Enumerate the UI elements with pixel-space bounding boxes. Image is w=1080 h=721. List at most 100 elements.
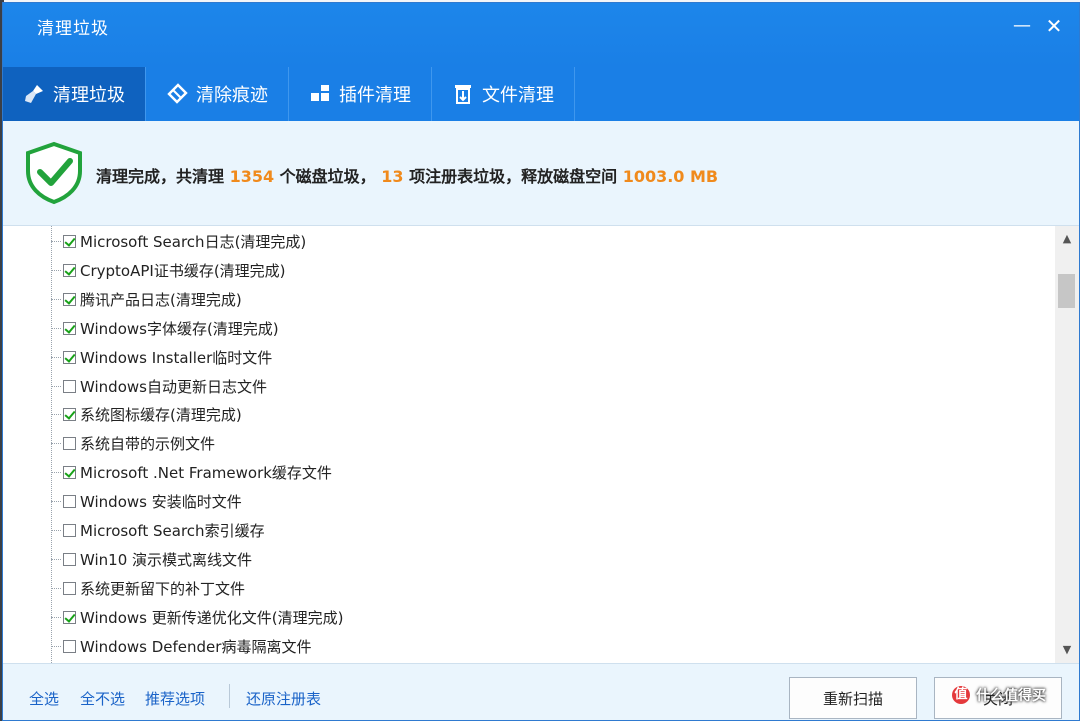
item-checkbox[interactable]	[63, 321, 76, 335]
tree-branch	[51, 501, 61, 503]
select-all-link[interactable]: 全选	[29, 688, 59, 709]
tab-label: 文件清理	[482, 85, 554, 106]
list-item[interactable]: Windows字体缓存(清理完成)	[51, 314, 279, 343]
list-item[interactable]: Microsoft Search索引缓存	[51, 516, 265, 545]
item-label[interactable]: 系统图标缓存(清理完成)	[80, 404, 242, 425]
title-bar[interactable]: 清理垃圾 — ✕	[3, 3, 1079, 67]
list-item[interactable]: Windows 更新传递优化文件(清理完成)	[51, 603, 343, 632]
tree-branch	[51, 587, 61, 589]
tree-branch	[51, 558, 61, 560]
tree-branch	[51, 241, 61, 242]
item-label[interactable]: Windows 更新传递优化文件(清理完成)	[80, 607, 343, 628]
item-checkbox[interactable]	[63, 263, 76, 277]
tree-branch	[51, 269, 61, 271]
summary-mid2: 项注册表垃圾，释放磁盘空间	[403, 167, 623, 186]
list-item[interactable]: Microsoft .Net Framework缓存文件	[51, 458, 332, 487]
list-item[interactable]: Microsoft Search日志(清理完成)	[51, 227, 306, 256]
tab-plugin-cleanup[interactable]: 插件清理	[289, 67, 432, 121]
rescan-button[interactable]: 重新扫描	[789, 677, 917, 719]
tab-label: 清除痕迹	[196, 85, 268, 106]
shield-check-icon	[26, 141, 82, 205]
item-label[interactable]: Microsoft Search索引缓存	[80, 520, 265, 541]
summary-banner: 清理完成，共清理 1354 个磁盘垃圾， 13 项注册表垃圾，释放磁盘空间 10…	[3, 121, 1079, 226]
minimize-icon[interactable]: —	[1009, 13, 1035, 39]
tree-branch	[51, 414, 61, 416]
list-item[interactable]: 腾讯产品日志(清理完成)	[51, 285, 242, 314]
recommended-options-link[interactable]: 推荐选项	[145, 688, 205, 709]
list-item[interactable]: 系统图标缓存(清理完成)	[51, 400, 242, 429]
item-label[interactable]: CryptoAPI证书缓存(清理完成)	[80, 260, 286, 281]
tab-file-cleanup[interactable]: 文件清理	[432, 67, 575, 121]
item-label[interactable]: Microsoft .Net Framework缓存文件	[80, 462, 332, 483]
item-label[interactable]: 腾讯产品日志(清理完成)	[80, 289, 242, 310]
tree-branch	[51, 356, 61, 358]
item-checkbox[interactable]	[63, 639, 76, 653]
list-item[interactable]: 系统更新留下的补丁文件	[51, 574, 245, 603]
window-title: 清理垃圾	[37, 19, 109, 39]
list-item[interactable]: Windows自动更新日志文件	[51, 372, 267, 401]
cleanup-item-list[interactable]: Microsoft Search日志(清理完成) CryptoAPI证书缓存(清理…	[3, 226, 1055, 663]
summary-mid1: 个磁盘垃圾，	[274, 167, 382, 186]
list-item[interactable]: Windows 安装临时文件	[51, 487, 242, 516]
watermark-text: 什么值得买	[976, 688, 1046, 704]
watermark-logo: 值	[952, 686, 970, 704]
eraser-icon	[167, 83, 188, 104]
restore-registry-link[interactable]: 还原注册表	[246, 688, 321, 709]
item-label[interactable]: Windows 安装临时文件	[80, 491, 242, 512]
tab-label: 清理垃圾	[53, 85, 125, 106]
list-item[interactable]: Windows Installer临时文件	[51, 343, 272, 372]
freed-space: 1003.0 MB	[622, 167, 719, 186]
item-checkbox[interactable]	[63, 350, 76, 364]
disk-junk-count: 1354	[229, 167, 275, 186]
item-label[interactable]: 系统更新留下的补丁文件	[80, 578, 245, 599]
item-checkbox[interactable]	[63, 292, 76, 306]
item-checkbox[interactable]	[63, 610, 76, 624]
summary-prefix: 清理完成，共清理	[96, 167, 230, 186]
item-label[interactable]: Windows字体缓存(清理完成)	[80, 318, 279, 339]
file-cleanup-icon	[455, 85, 471, 104]
item-label[interactable]: Windows Installer临时文件	[80, 347, 272, 368]
list-item[interactable]: CryptoAPI证书缓存(清理完成)	[51, 256, 286, 285]
item-checkbox[interactable]	[63, 552, 76, 566]
tab-clear-traces[interactable]: 清除痕迹	[146, 67, 289, 121]
list-item[interactable]: Win10 演示模式离线文件	[51, 545, 252, 574]
list-item[interactable]: 系统自带的示例文件	[51, 429, 215, 458]
footer-divider	[229, 684, 230, 708]
cleanup-window: 清理垃圾 — ✕ 清理垃圾 清除痕迹 插件清理 文件清理 清理完成，共清理 13…	[2, 2, 1080, 721]
item-checkbox[interactable]	[63, 581, 76, 595]
registry-junk-count: 13	[381, 167, 404, 186]
item-checkbox[interactable]	[63, 235, 76, 248]
tree-branch	[51, 385, 61, 387]
tab-clean-junk[interactable]: 清理垃圾	[3, 67, 146, 121]
item-label[interactable]: Win10 演示模式离线文件	[80, 549, 252, 570]
tab-bar: 清理垃圾 清除痕迹 插件清理 文件清理	[3, 67, 1079, 121]
puzzle-icon	[311, 85, 329, 101]
item-checkbox[interactable]	[63, 466, 76, 480]
scroll-down-icon[interactable]: ▼	[1055, 641, 1079, 659]
item-checkbox[interactable]	[63, 495, 76, 509]
vertical-scrollbar[interactable]: ▲ ▼	[1055, 226, 1079, 663]
close-icon[interactable]: ✕	[1041, 13, 1067, 39]
item-label[interactable]: Microsoft Search日志(清理完成)	[80, 231, 306, 252]
item-checkbox[interactable]	[63, 379, 76, 393]
broom-icon	[25, 85, 43, 103]
select-none-link[interactable]: 全不选	[80, 688, 125, 709]
watermark: 值 什么值得买	[952, 685, 1046, 705]
item-label[interactable]: Windows Defender病毒隔离文件	[80, 636, 311, 657]
scroll-up-icon[interactable]: ▲	[1055, 230, 1079, 248]
tree-branch	[51, 443, 61, 445]
item-checkbox[interactable]	[63, 408, 76, 422]
summary-text: 清理完成，共清理 1354 个磁盘垃圾， 13 项注册表垃圾，释放磁盘空间 10…	[96, 163, 718, 187]
footer-bar: 全选 全不选 推荐选项 还原注册表 重新扫描 关闭	[3, 663, 1079, 720]
list-item[interactable]: Windows Defender病毒隔离文件	[51, 632, 311, 661]
item-checkbox[interactable]	[63, 524, 76, 537]
tree-branch	[51, 616, 61, 618]
tree-branch	[51, 530, 61, 531]
tree-branch	[51, 327, 61, 329]
tree-branch	[51, 645, 61, 647]
tree-branch	[51, 298, 61, 300]
item-label[interactable]: 系统自带的示例文件	[80, 433, 215, 454]
item-label[interactable]: Windows自动更新日志文件	[80, 376, 267, 397]
scroll-thumb[interactable]	[1058, 274, 1075, 308]
item-checkbox[interactable]	[63, 437, 76, 451]
